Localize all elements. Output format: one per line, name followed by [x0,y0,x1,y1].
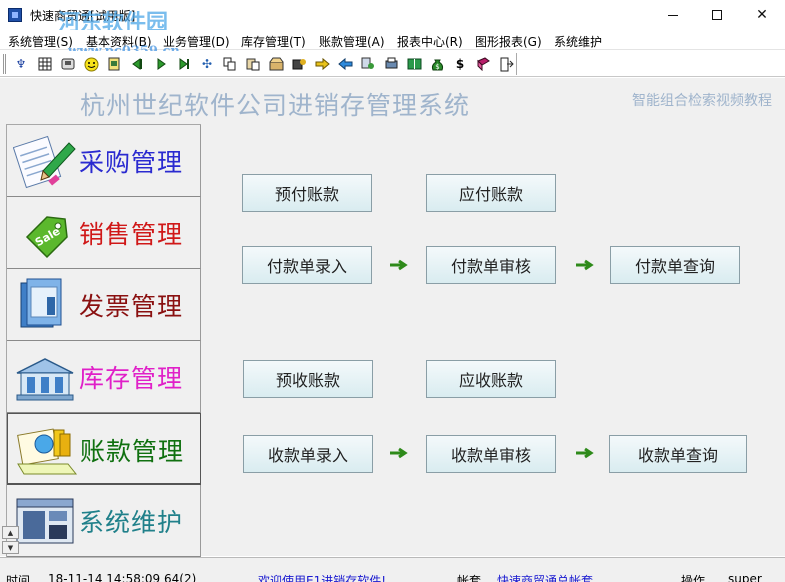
table-icon[interactable] [37,56,53,72]
first-icon[interactable] [153,56,169,72]
scroll-down-button[interactable]: ▼ [2,541,19,554]
nav-item-accounts[interactable]: 账款管理 [7,413,201,485]
close-button[interactable]: ✕ [740,0,784,30]
scroll-up-button[interactable]: ▲ [2,526,19,539]
nav-item-inventory[interactable]: 库存管理 [7,341,201,413]
status-time-value: 18-11-14 14:58:09 64(2) [48,572,197,582]
money-bag-icon[interactable]: $ [429,56,445,72]
arrow-right-icon [390,447,408,459]
toolbar-grip[interactable] [3,54,6,74]
nav-item-purchasing[interactable]: 采购管理 [7,125,201,197]
status-account-label: 帐套 [457,574,482,582]
receipt-review-button[interactable]: 收款单审核 [426,435,556,473]
fan-icon[interactable]: ✣ [199,56,215,72]
maximize-button[interactable] [695,0,739,30]
nav-item-invoices[interactable]: 发票管理 [7,269,201,341]
print-icon[interactable] [383,56,399,72]
nav-item-sales[interactable]: Sale 销售管理 [7,197,201,269]
back-icon[interactable] [129,56,145,72]
nav-label-invoices: 发票管理 [79,292,184,321]
save-icon[interactable] [60,56,76,72]
payment-entry-button[interactable]: 付款单录入 [242,246,372,284]
smiley-icon[interactable] [83,56,99,72]
accounts-receivable-button[interactable]: 应收账款 [426,360,556,398]
minimize-icon [668,14,678,16]
nav-label-accounts: 账款管理 [80,437,185,466]
paste-icon[interactable] [245,56,261,72]
copy-icon[interactable] [222,56,238,72]
prepaid-button[interactable]: 预付账款 [242,174,372,212]
sale-tag-icon: Sale [25,216,68,259]
minimize-button[interactable] [651,0,695,30]
book-icon[interactable] [475,56,491,72]
svg-text:$: $ [435,63,439,71]
document-icon[interactable] [106,56,122,72]
payment-query-button[interactable]: 付款单查询 [610,246,740,284]
book-open-icon[interactable] [406,56,422,72]
menu-reports[interactable]: 报表中心(R) [397,33,463,50]
menu-maintenance[interactable]: 系统维护 [554,33,602,50]
export-icon[interactable] [291,56,307,72]
status-operator-value: super [728,572,762,582]
status-welcome: 欢迎使用E1进销存软件! [258,574,387,582]
status-time-label: 时间 [6,574,31,582]
menu-charts[interactable]: 图形报表(G) [475,33,542,50]
system-window-icon [16,498,74,544]
menu-accounts[interactable]: 账款管理(A) [319,33,385,50]
nav-label-sales: 销售管理 [79,220,184,249]
prereceived-button[interactable]: 预收账款 [243,360,373,398]
system-heading: 杭州世纪软件公司进销存管理系统 [80,91,471,120]
menu-inventory[interactable]: 库存管理(T) [241,33,306,50]
app-icon [8,8,22,22]
accounts-icon [17,428,78,475]
receipt-entry-button[interactable]: 收款单录入 [243,435,373,473]
caret-up-icon: ▲ [7,528,14,537]
accounts-payable-button[interactable]: 应付账款 [426,174,556,212]
payment-review-button[interactable]: 付款单审核 [426,246,556,284]
nav-label-purchasing: 采购管理 [79,148,184,177]
close-icon: ✕ [756,7,768,23]
exit-icon[interactable] [498,56,514,72]
return-icon[interactable] [337,56,353,72]
status-account-value: 快速商贸通总帐套 [497,574,594,582]
notepad-pencil-icon [13,135,76,189]
title-bar: 快速商贸通[试用版] 河东软件园 ✕ [0,0,785,36]
package-icon[interactable] [268,56,284,72]
nav-label-maintenance: 系统维护 [79,508,184,537]
scrolling-notice[interactable]: 智能组合检索视频教程 [632,90,785,110]
next-icon[interactable] [176,56,192,72]
nav-scroller: ▲ ▼ [2,520,19,558]
maximize-icon [712,10,722,20]
arrow-right-icon [576,447,594,459]
nav-label-inventory: 库存管理 [79,364,184,393]
nav-item-maintenance[interactable]: 系统维护 [7,485,201,557]
forward-icon[interactable] [314,56,330,72]
user-icon[interactable] [360,56,376,72]
menu-system[interactable]: 系统管理(S) [8,33,73,50]
invoice-folder-icon [20,278,62,328]
arrow-right-icon [576,259,594,271]
status-operator-label: 操作 [681,574,706,582]
toolbar: ♆ ✣ $ $ [0,51,785,77]
toolbar-separator [516,53,517,75]
dollar-icon[interactable]: $ [452,56,468,72]
receipt-query-button[interactable]: 收款单查询 [609,435,747,473]
status-bar: 时间 18-11-14 14:58:09 64(2) 欢迎使用E1进销存软件! … [0,557,785,582]
arrow-right-icon [390,259,408,271]
module-nav: 采购管理 Sale 销售管理 发票管理 库存管理 账款管理 系统维护 [6,124,201,557]
bird-icon[interactable]: ♆ [13,56,29,72]
warehouse-icon [16,358,74,401]
caret-down-icon: ▼ [7,543,14,552]
